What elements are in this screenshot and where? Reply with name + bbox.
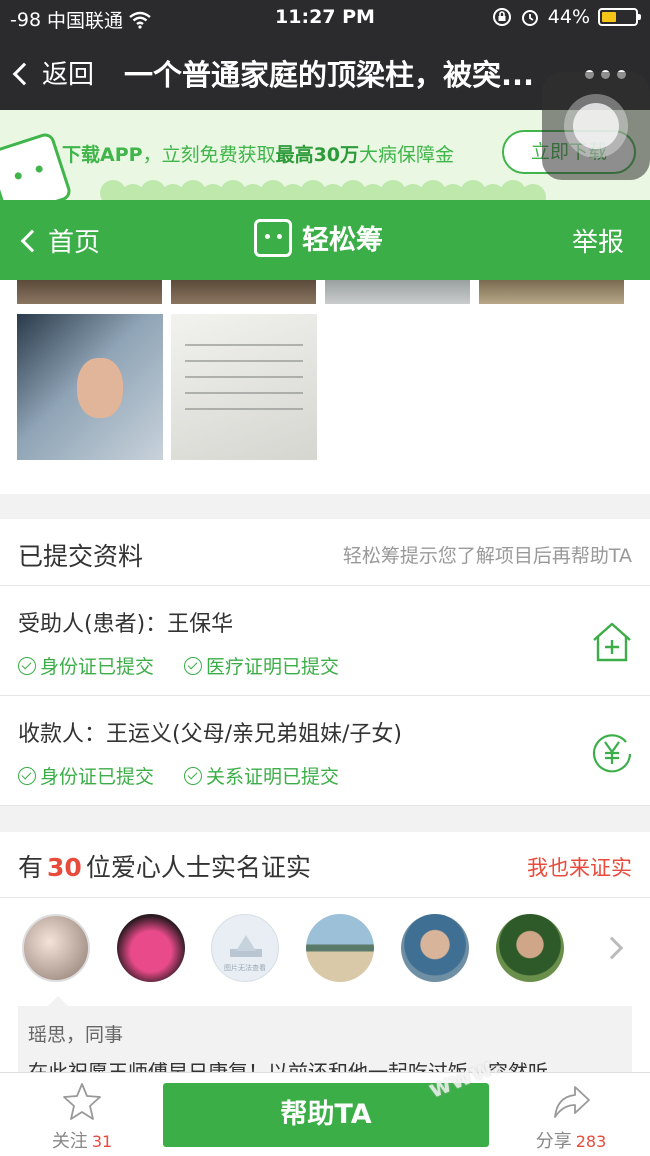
status-bar: -98 中国联通 11:27 PM 44% xyxy=(0,0,650,36)
share-text: 分享 xyxy=(535,1131,572,1152)
check-circle-icon xyxy=(18,656,36,675)
verified-badge: 医疗证明已提交 xyxy=(184,652,339,679)
assistive-touch-icon xyxy=(564,94,628,158)
star-icon xyxy=(63,1083,101,1120)
beneficiary-label: 受助人(患者)：王保华 xyxy=(18,612,234,637)
download-text-suffix: 大病保障金 xyxy=(359,144,455,166)
status-right: 44% xyxy=(492,6,641,28)
avatar[interactable] xyxy=(306,914,374,982)
document-lines xyxy=(185,344,303,424)
yuan-icon xyxy=(592,734,632,773)
verifiers-title: 有 30 位爱心人士实名证实 xyxy=(18,848,311,884)
alarm-icon xyxy=(521,10,538,26)
chevron-right-icon[interactable] xyxy=(600,936,624,960)
help-button[interactable]: 帮助TA xyxy=(163,1083,489,1147)
verified-badge: 身份证已提交 xyxy=(18,762,154,789)
home-button[interactable]: 首页 xyxy=(20,222,101,259)
share-button[interactable]: 分享 283 xyxy=(526,1081,616,1153)
share-label: 分享 283 xyxy=(526,1127,616,1153)
verifiers-count: 30 xyxy=(47,853,82,882)
cloud-puff xyxy=(520,184,546,200)
share-count: 283 xyxy=(575,1132,607,1151)
avatar[interactable] xyxy=(401,914,469,982)
follow-text: 关注 xyxy=(51,1131,88,1152)
check-circle-icon xyxy=(184,656,203,675)
download-highlight: 最高30万 xyxy=(275,144,360,166)
bottom-action-bar: 关注 31 帮助TA 分享 283 xyxy=(0,1072,650,1156)
verifiers-header: 有 30 位爱心人士实名证实 我也来证实 xyxy=(0,832,650,898)
verified-badge: 关系证明已提交 xyxy=(184,762,339,789)
badge-label: 医疗证明已提交 xyxy=(206,656,340,678)
photo-thumbnail[interactable] xyxy=(479,280,624,304)
image-placeholder-icon xyxy=(230,935,262,957)
payee-label: 收款人：王运义(父母/亲兄弟姐妹/子女) xyxy=(18,722,402,747)
download-banner-text: 下载APP，立刻免费获取最高30万大病保障金 xyxy=(62,140,454,167)
check-circle-icon xyxy=(18,766,36,785)
photo-thumbnail[interactable] xyxy=(17,280,162,304)
badge-label: 身份证已提交 xyxy=(40,766,155,788)
follow-label: 关注 31 xyxy=(40,1127,124,1153)
badge-label: 身份证已提交 xyxy=(40,656,155,678)
medical-house-icon xyxy=(593,622,631,662)
page-title: 一个普通家庭的顶梁柱，被突... xyxy=(124,58,535,92)
payee-row: 收款人：王运义(父母/亲兄弟姐妹/子女) 身份证已提交 关系证明已提交 xyxy=(0,696,650,806)
cat-logo-icon xyxy=(254,218,292,257)
avatar[interactable] xyxy=(496,914,564,982)
verifier-avatars: 图片无法查看 xyxy=(0,898,650,1006)
avatar[interactable]: 图片无法查看 xyxy=(211,914,279,982)
chevron-left-icon xyxy=(12,62,36,85)
verify-me-button[interactable]: 我也来证实 xyxy=(527,852,632,882)
back-button[interactable]: 返回 xyxy=(12,54,95,91)
verifiers-title-suffix: 位爱心人士实名证实 xyxy=(85,853,311,882)
verified-badge: 身份证已提交 xyxy=(18,652,154,679)
submitted-info-title: 已提交资料 xyxy=(18,542,144,571)
battery-level xyxy=(602,12,616,22)
assistive-touch-button[interactable] xyxy=(542,72,650,180)
app-header: 首页 轻松筹 举报 xyxy=(0,200,650,280)
battery-percent: 44% xyxy=(547,6,590,28)
payee-badges: 身份证已提交 关系证明已提交 xyxy=(18,762,339,789)
id-card-photo[interactable] xyxy=(17,314,163,460)
document-photo[interactable] xyxy=(171,314,317,460)
photo-gallery xyxy=(0,280,650,494)
brand-name: 轻松筹 xyxy=(302,225,383,256)
download-app-label: 下载APP xyxy=(62,144,143,166)
check-circle-icon xyxy=(184,766,203,785)
report-button[interactable]: 举报 xyxy=(572,222,624,259)
submitted-info-hint: 轻松筹提示您了解项目后再帮助TA xyxy=(342,545,632,567)
avatar[interactable] xyxy=(22,914,90,982)
photo-thumbnail[interactable] xyxy=(171,280,316,304)
brand-logo: 轻松筹 xyxy=(254,218,383,257)
download-text-middle: ，立刻免费获取 xyxy=(142,144,276,166)
beneficiary-row: 受助人(患者)：王保华 身份证已提交 医疗证明已提交 xyxy=(0,586,650,696)
beneficiary-badges: 身份证已提交 医疗证明已提交 xyxy=(18,652,339,679)
back-label: 返回 xyxy=(42,60,95,90)
submitted-info-card: 已提交资料 轻松筹提示您了解项目后再帮助TA 受助人(患者)：王保华 身份证已提… xyxy=(0,519,650,806)
id-card-face xyxy=(77,358,123,418)
verifiers-title-prefix: 有 xyxy=(18,853,44,882)
follow-count: 31 xyxy=(91,1132,113,1151)
battery-icon xyxy=(598,8,641,26)
submitted-info-header: 已提交资料 轻松筹提示您了解项目后再帮助TA xyxy=(0,519,650,586)
photo-thumbnail[interactable] xyxy=(325,280,470,304)
comment-author: 瑶思，同事 xyxy=(28,1024,124,1046)
follow-button[interactable]: 关注 31 xyxy=(40,1081,124,1153)
avatar[interactable] xyxy=(117,914,185,982)
badge-label: 关系证明已提交 xyxy=(206,766,340,788)
cloud-decoration xyxy=(100,180,546,200)
share-arrow-icon xyxy=(554,1086,590,1118)
rotation-lock-icon xyxy=(492,8,511,26)
home-label: 首页 xyxy=(48,228,101,258)
avatar-placeholder-caption: 图片无法查看 xyxy=(224,964,266,972)
chevron-left-icon xyxy=(20,229,44,252)
